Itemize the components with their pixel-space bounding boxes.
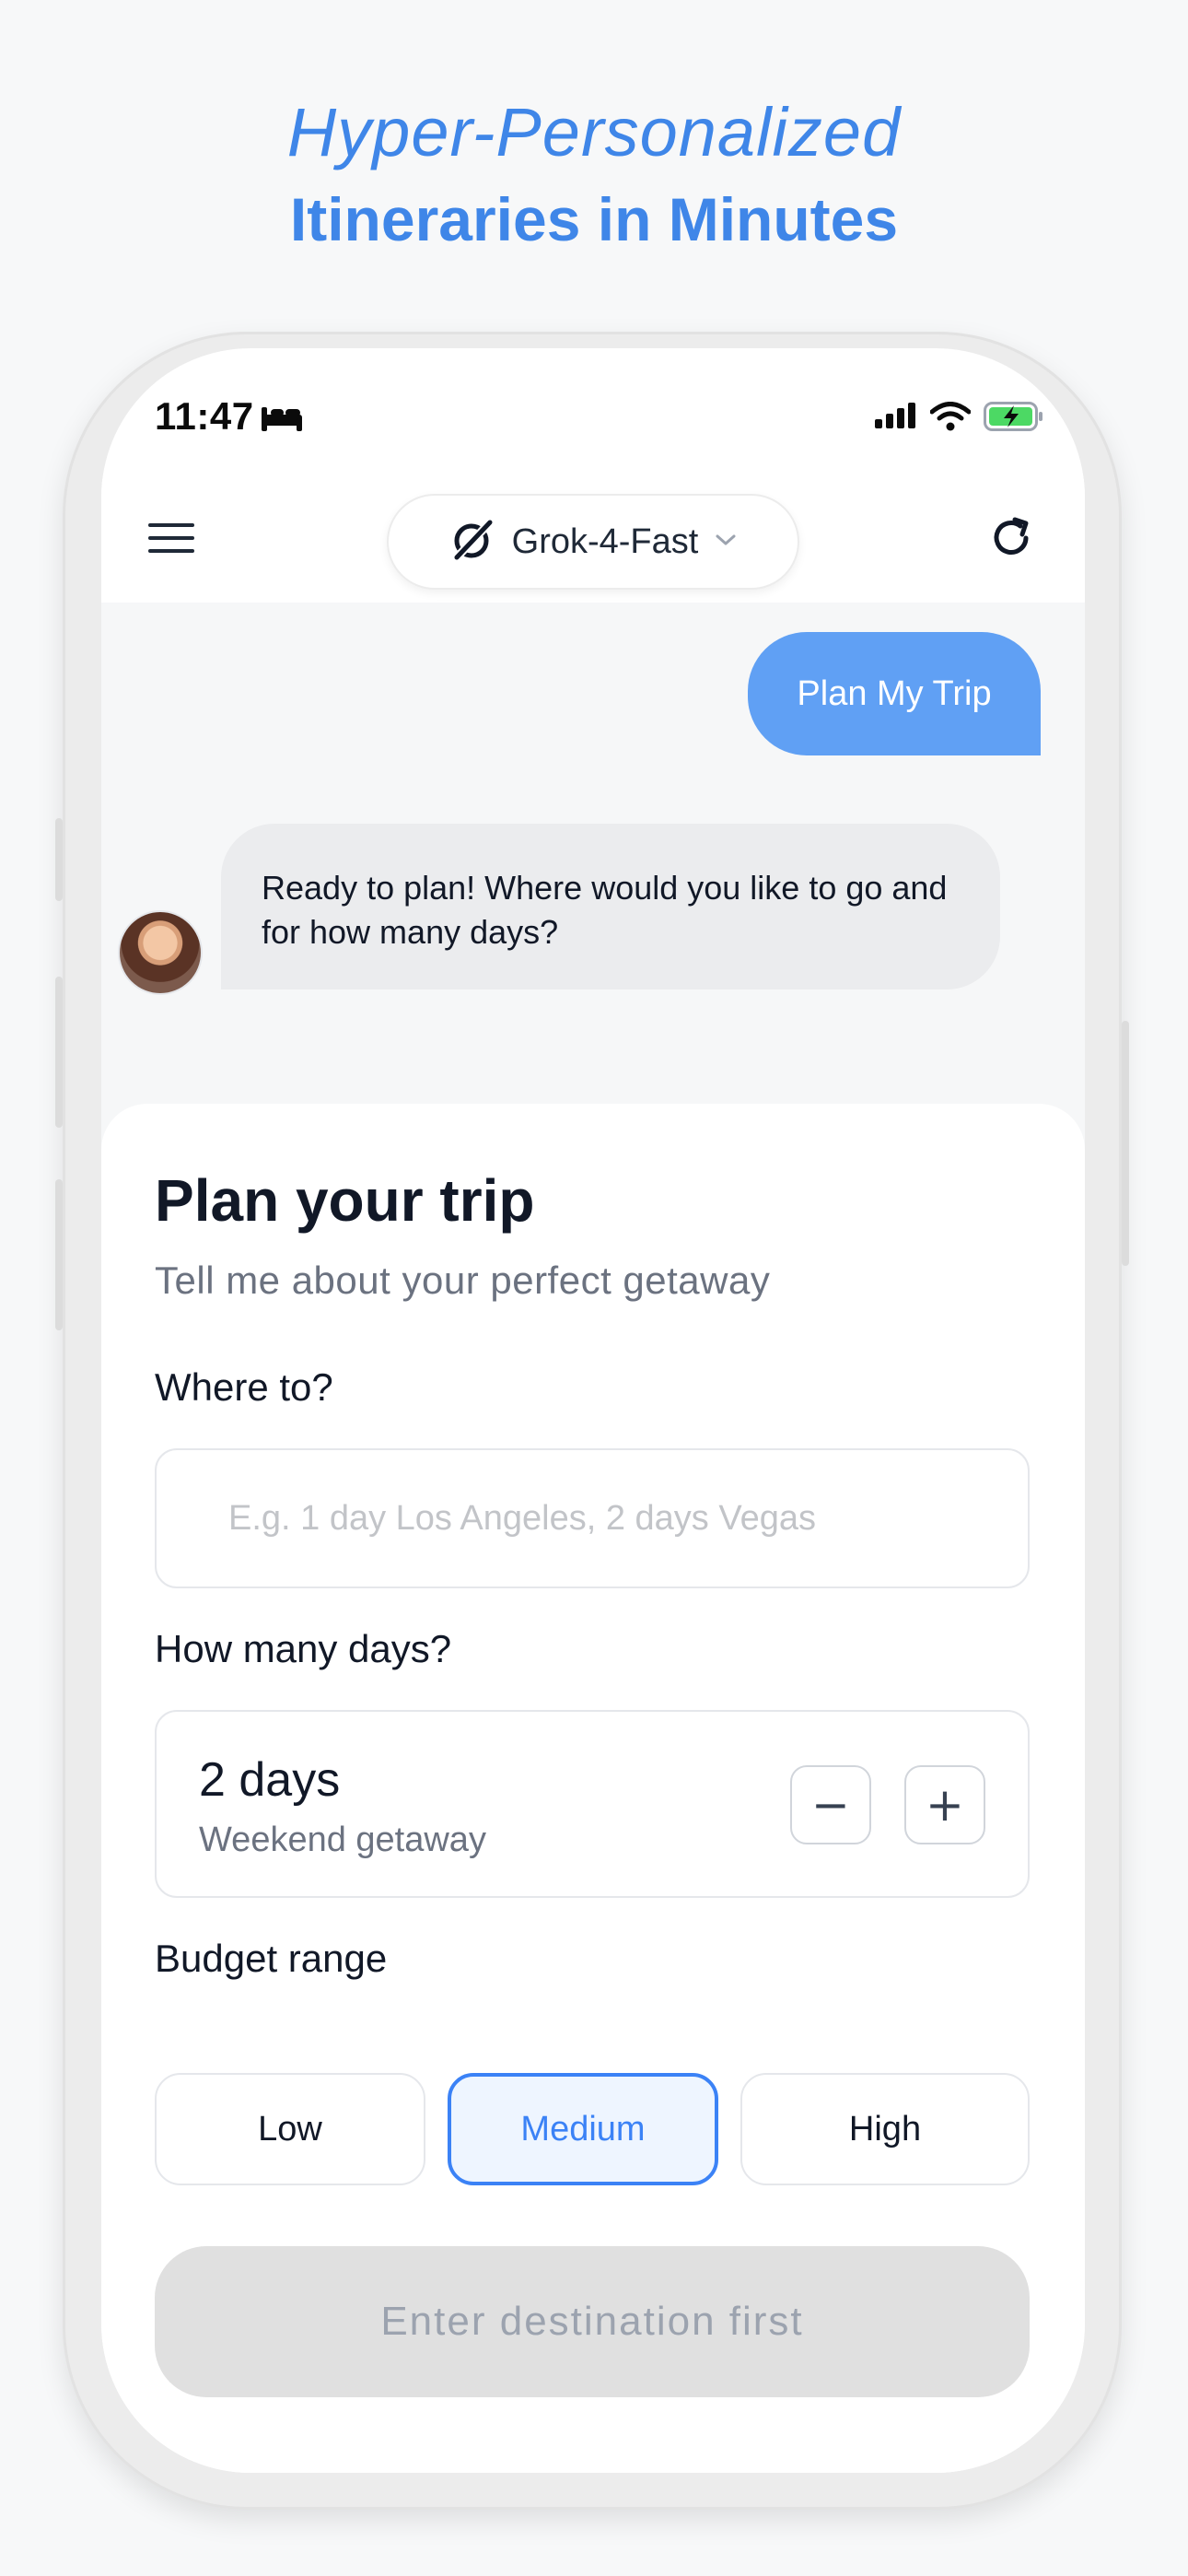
budget-option-medium[interactable]: Medium: [448, 2073, 718, 2185]
sleep-bed-icon: [260, 405, 304, 438]
destination-input[interactable]: [155, 1448, 1030, 1588]
increment-days-button[interactable]: +: [904, 1765, 985, 1844]
days-value: 2 days: [199, 1753, 341, 1807]
page: Hyper-Personalized Itineraries in Minute…: [0, 0, 1188, 2576]
menu-icon: [148, 521, 194, 559]
assistant-avatar: [118, 910, 203, 995]
battery-charging-icon: [984, 402, 1044, 436]
status-icons: [875, 402, 1044, 436]
phone-volume-down-button: [55, 1179, 63, 1330]
days-description: Weekend getaway: [199, 1821, 486, 1859]
form-title: Plan your trip: [155, 1167, 535, 1234]
refresh-button[interactable]: [984, 512, 1039, 568]
menu-button[interactable]: [146, 514, 197, 566]
plan-trip-form: Plan your trip Tell me about your perfec…: [101, 1104, 1085, 2473]
chevron-down-icon: [715, 533, 737, 552]
headline-line-1: Hyper-Personalized: [286, 94, 902, 170]
where-label: Where to?: [155, 1365, 333, 1409]
phone-screen: 11:47 Grok-4-Fast Plan My Trip Ready to …: [101, 348, 1085, 2473]
decrement-days-button[interactable]: −: [790, 1765, 871, 1844]
refresh-icon: [987, 514, 1035, 567]
status-time: 11:47: [155, 394, 254, 438]
days-stepper: 2 days Weekend getaway − +: [155, 1710, 1030, 1898]
phone-side-button: [55, 818, 63, 901]
days-label: How many days?: [155, 1627, 452, 1670]
budget-option-low[interactable]: Low: [155, 2073, 425, 2185]
phone-volume-up-button: [55, 977, 63, 1128]
wifi-icon: [929, 402, 972, 436]
model-selector[interactable]: Grok-4-Fast: [387, 494, 799, 590]
model-name: Grok-4-Fast: [511, 521, 699, 561]
headline-line-2: Itineraries in Minutes: [289, 185, 899, 253]
assistant-message-bubble: Ready to plan! Where would you like to g…: [221, 824, 1000, 989]
marketing-headline: Hyper-Personalized Itineraries in Minute…: [0, 90, 1188, 263]
budget-option-high[interactable]: High: [740, 2073, 1030, 2185]
phone-power-button: [1122, 1021, 1129, 1266]
user-message-bubble: Plan My Trip: [748, 632, 1041, 755]
budget-options: Low Medium High: [155, 2073, 1030, 2185]
cellular-signal-icon: [875, 403, 917, 435]
submit-button[interactable]: Enter destination first: [155, 2246, 1030, 2397]
grok-logo-icon: [449, 517, 495, 568]
chat-thread: Plan My Trip Ready to plan! Where would …: [101, 603, 1085, 1155]
form-subtitle: Tell me about your perfect getaway: [155, 1259, 771, 1302]
nav-bar: Grok-4-Fast: [101, 477, 1085, 603]
status-bar: 11:47: [101, 385, 1085, 459]
budget-label: Budget range: [155, 1937, 388, 1980]
